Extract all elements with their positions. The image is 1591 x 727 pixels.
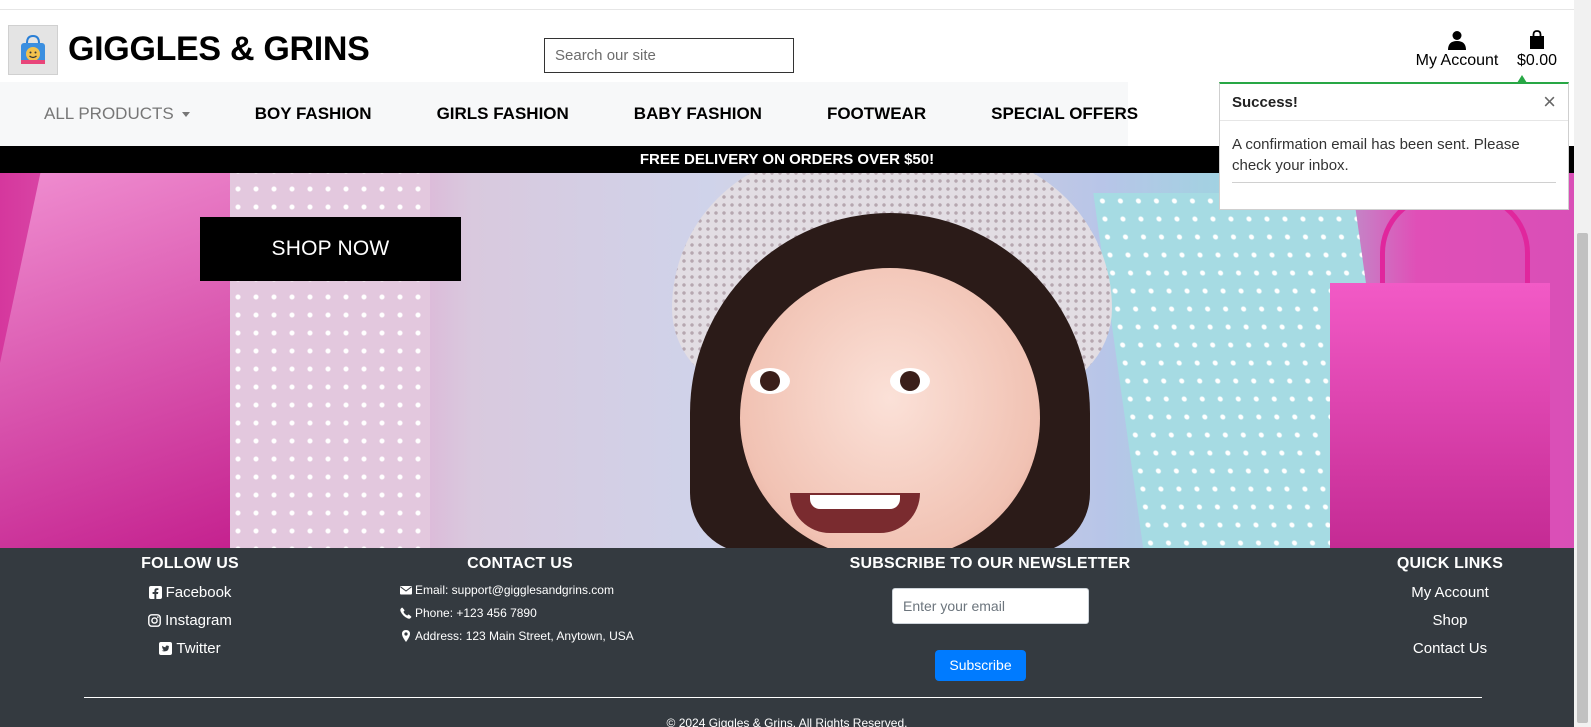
user-icon: [1448, 31, 1466, 50]
contact-email-text: Email: support@gigglesandgrins.com: [415, 583, 614, 597]
shop-now-button[interactable]: SHOP NOW: [200, 217, 461, 281]
caret-down-icon: [181, 111, 190, 117]
phone-icon: [400, 607, 412, 619]
twitter-link[interactable]: Twitter: [140, 640, 240, 657]
toast-arrow: [1517, 75, 1527, 83]
toast-divider: [1232, 182, 1556, 183]
main-navigation: ALL PRODUCTS BOY FASHION GIRLS FASHION B…: [0, 82, 1138, 146]
close-icon[interactable]: ×: [1543, 91, 1556, 113]
search-input[interactable]: [544, 38, 794, 73]
quick-link-my-account[interactable]: My Account: [1385, 584, 1515, 601]
map-marker-icon: [402, 630, 410, 642]
footer-contact-us: CONTACT US Email: support@gigglesandgrin…: [400, 555, 660, 643]
facebook-label: Facebook: [165, 584, 232, 601]
quick-link-shop[interactable]: Shop: [1385, 612, 1515, 629]
cart-link[interactable]: $0.00: [1513, 30, 1561, 70]
shopping-bag-logo-icon: [21, 34, 45, 64]
contact-address: Address: 123 Main Street, Anytown, USA: [400, 629, 660, 643]
site-footer: FOLLOW US Facebook Instagram Twitter CON…: [0, 548, 1574, 727]
quick-link-contact-us[interactable]: Contact Us: [1385, 640, 1515, 657]
twitter-label: Twitter: [176, 640, 221, 657]
envelope-icon: [400, 586, 412, 595]
facebook-icon: [148, 586, 162, 599]
footer-follow-heading: FOLLOW US: [141, 555, 239, 572]
nav-footwear[interactable]: FOOTWEAR: [827, 104, 926, 124]
hero-magenta-bag: [1330, 283, 1550, 548]
quick-links-heading: QUICK LINKS: [1396, 555, 1504, 572]
hero-girl-teeth: [810, 495, 900, 509]
newsletter-heading: SUBSCRIBE TO OUR NEWSLETTER: [849, 555, 1131, 572]
hero-girl-eye-right: [890, 368, 930, 394]
newsletter-email-input[interactable]: [892, 588, 1089, 624]
toast-title: Success!: [1232, 93, 1298, 111]
instagram-icon: [148, 614, 162, 627]
site-header: GIGGLES & GRINS My Account $0.00: [0, 10, 1574, 82]
nav-all-products[interactable]: ALL PRODUCTS: [44, 104, 190, 124]
contact-phone-text: Phone: +123 456 7890: [415, 606, 537, 620]
site-logo[interactable]: [8, 25, 58, 75]
my-account-link[interactable]: My Account: [1411, 30, 1503, 70]
nav-special-offers[interactable]: SPECIAL OFFERS: [991, 104, 1138, 124]
footer-divider: [84, 697, 1482, 698]
my-account-label: My Account: [1415, 52, 1499, 69]
shopping-bag-icon: [1530, 30, 1544, 49]
toast-message: A confirmation email has been sent. Plea…: [1232, 136, 1520, 174]
footer-newsletter: SUBSCRIBE TO OUR NEWSLETTER: [840, 555, 1140, 573]
brand-name[interactable]: GIGGLES & GRINS: [68, 30, 370, 69]
page-scrollbar-thumb[interactable]: [1577, 233, 1588, 723]
nav-all-products-label: ALL PRODUCTS: [44, 104, 174, 123]
footer-follow-us: FOLLOW US Facebook Instagram Twitter: [140, 555, 240, 657]
top-strip: [0, 0, 1574, 10]
nav-baby-fashion[interactable]: BABY FASHION: [634, 104, 762, 124]
facebook-link[interactable]: Facebook: [140, 584, 240, 601]
footer-contact-heading: CONTACT US: [467, 555, 573, 572]
subscribe-button[interactable]: Subscribe: [935, 650, 1026, 681]
cart-total: $0.00: [1516, 52, 1558, 69]
contact-address-text: Address: 123 Main Street, Anytown, USA: [415, 629, 634, 643]
hero-girl-eye-left: [750, 368, 790, 394]
nav-boy-fashion[interactable]: BOY FASHION: [255, 104, 372, 124]
footer-quick-links: QUICK LINKS My Account Shop Contact Us: [1385, 555, 1515, 657]
twitter-icon: [159, 642, 173, 655]
contact-phone[interactable]: Phone: +123 456 7890: [400, 606, 660, 620]
nav-girls-fashion[interactable]: GIRLS FASHION: [437, 104, 569, 124]
instagram-label: Instagram: [165, 612, 232, 629]
copyright-text: © 2024 Giggles & Grins. All Rights Reser…: [666, 716, 908, 727]
success-toast: Success! × A confirmation email has been…: [1219, 75, 1569, 210]
toast-header: Success! ×: [1220, 84, 1568, 121]
contact-email[interactable]: Email: support@gigglesandgrins.com: [400, 583, 660, 597]
instagram-link[interactable]: Instagram: [140, 612, 240, 629]
